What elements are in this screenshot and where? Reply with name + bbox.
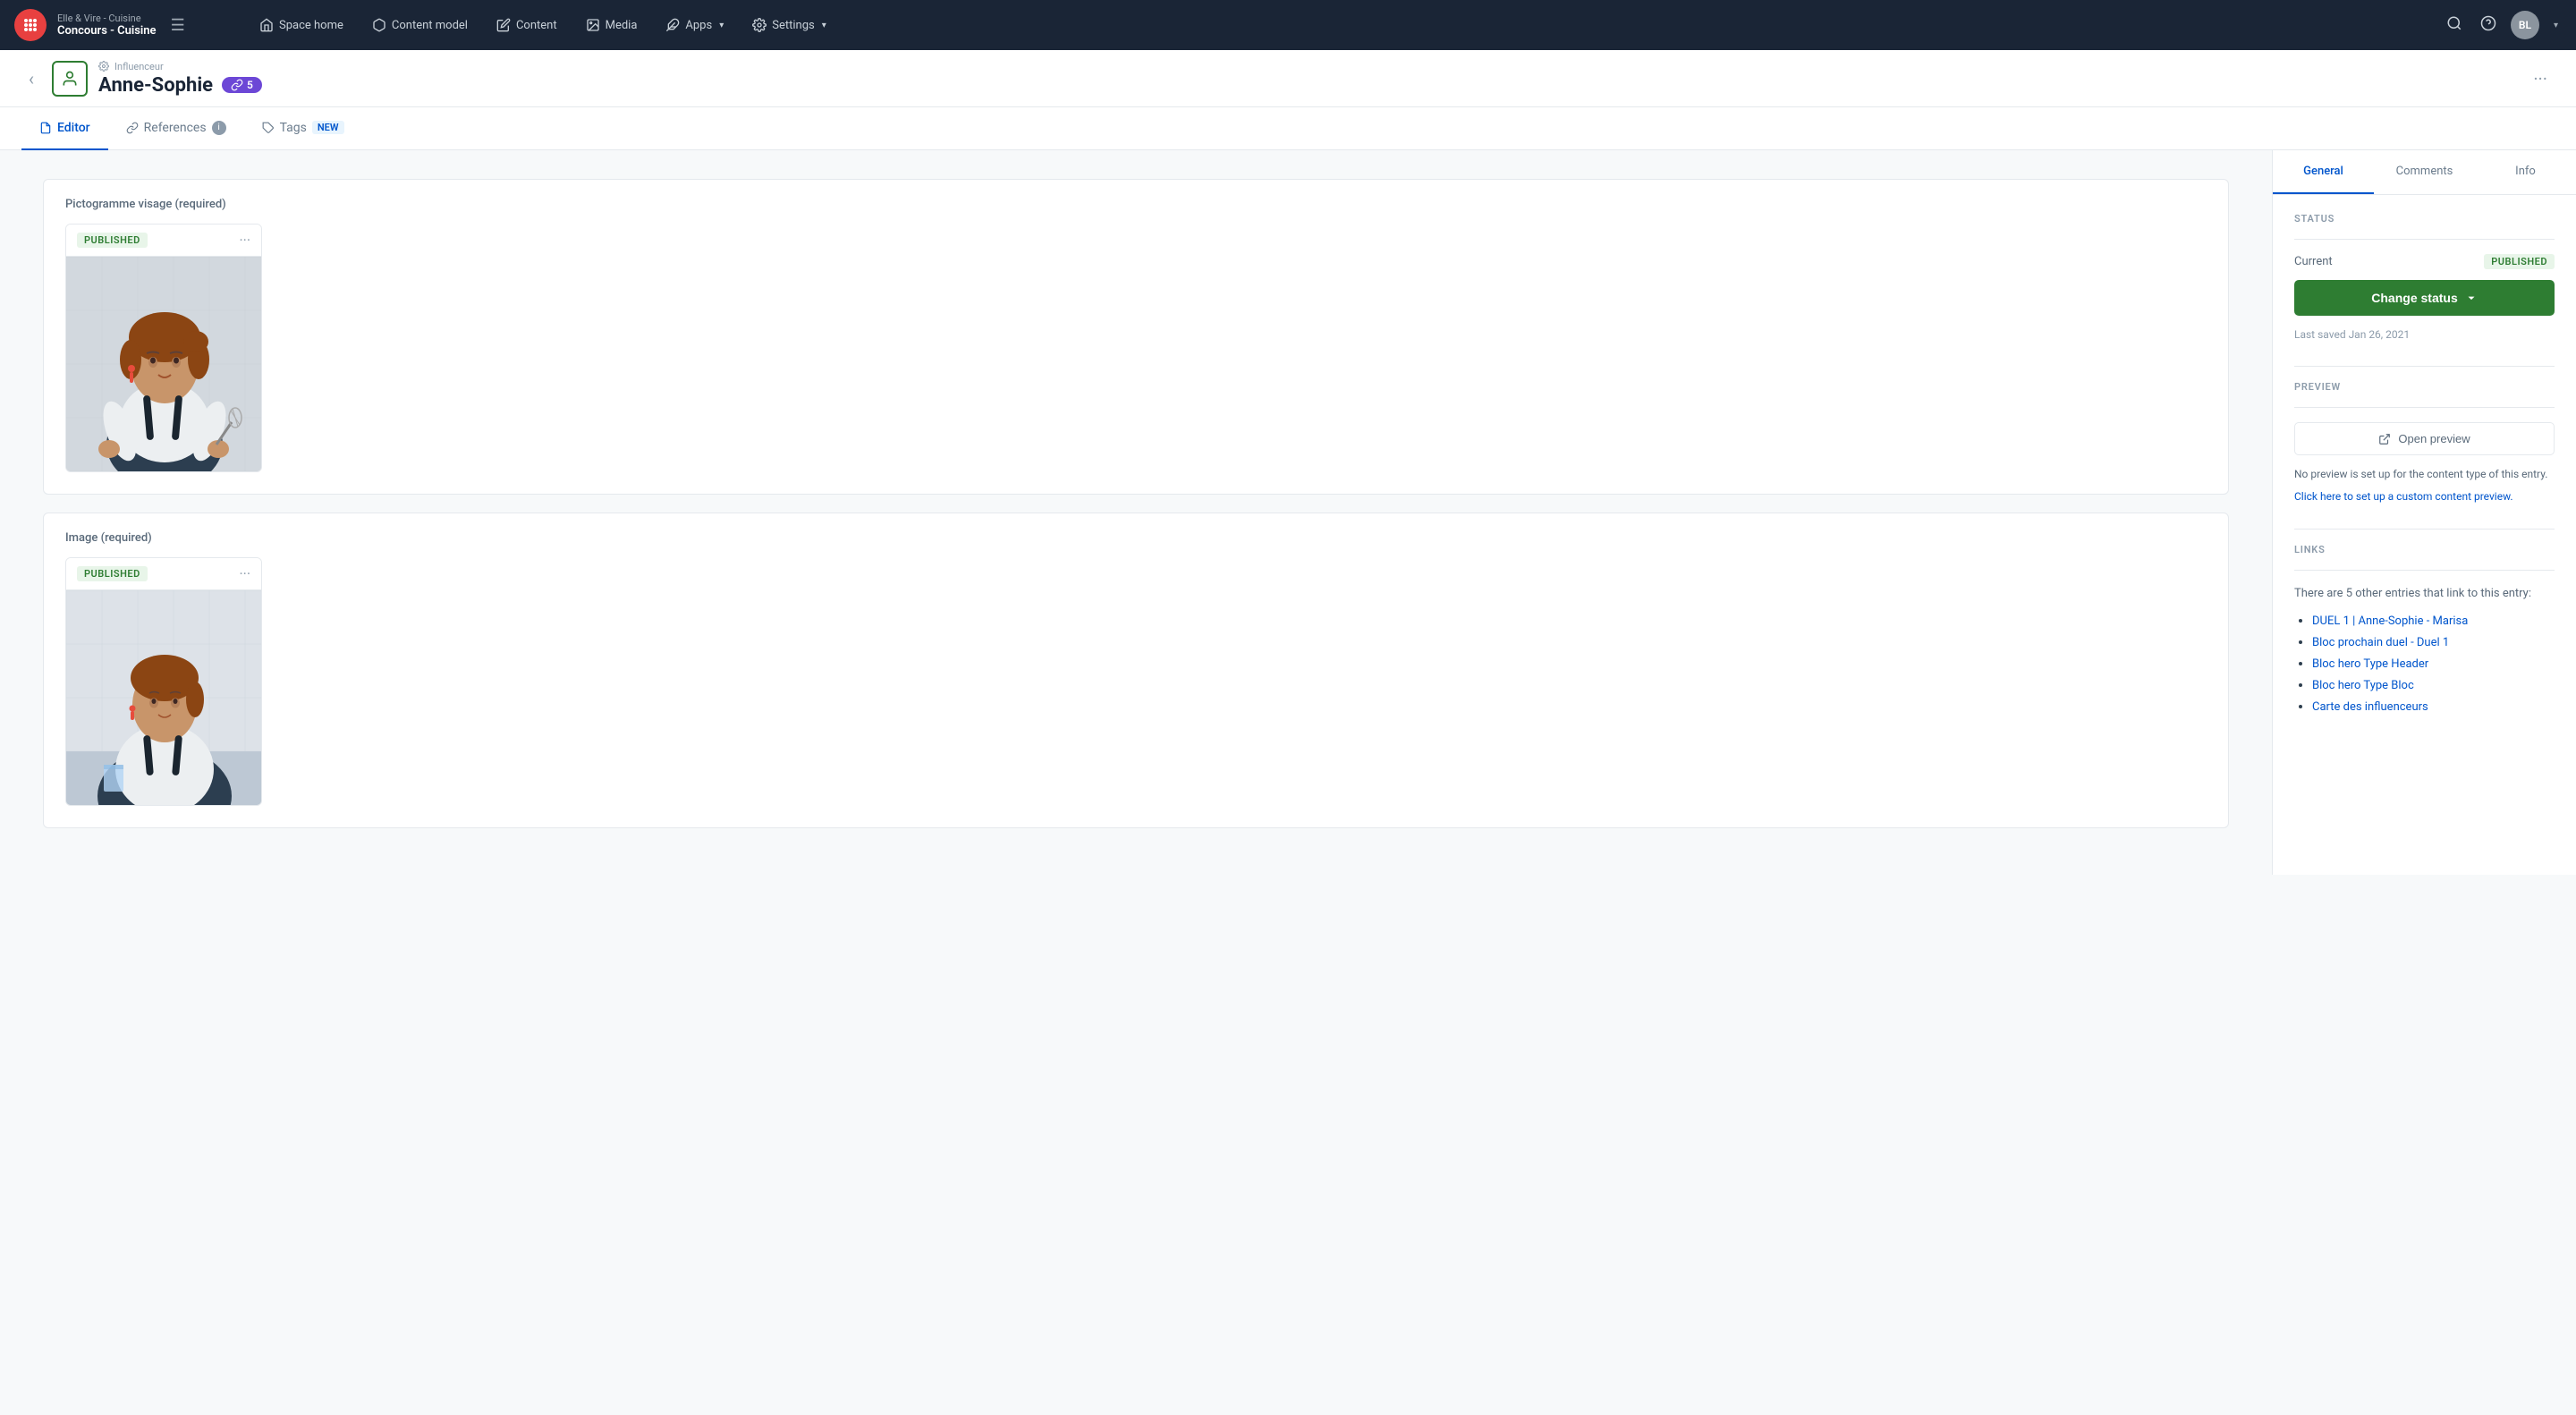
sidebar-tab-comments[interactable]: Comments (2374, 150, 2475, 194)
link-item-5[interactable]: Carte des influenceurs (2312, 700, 2428, 714)
sidebar-content: STATUS Current PUBLISHED Change status L… (2273, 195, 2576, 757)
list-item: Bloc hero Type Bloc (2312, 678, 2555, 692)
settings-arrow-icon: ▾ (822, 21, 826, 30)
nav-center: Space home Content model Content Media A… (247, 13, 2443, 38)
status-published-badge: PUBLISHED (2484, 254, 2555, 269)
change-status-button[interactable]: Change status (2294, 280, 2555, 316)
list-item: Carte des influenceurs (2312, 699, 2555, 714)
brand-subtitle: Elle & Vire - Cuisine (57, 13, 157, 24)
preview-section: PREVIEW Open preview No preview is set u… (2294, 381, 2555, 504)
nav-right: BL ▾ (2443, 11, 2562, 39)
links-note: There are 5 other entries that link to t… (2294, 585, 2555, 603)
references-info-icon[interactable]: i (212, 121, 226, 135)
brand-info: Elle & Vire - Cuisine Concours - Cuisine (57, 13, 157, 38)
nav-label-apps: Apps (685, 19, 712, 32)
preview-setup-link[interactable]: Click here to set up a custom content pr… (2294, 490, 2513, 503)
links-section-label: LINKS (2294, 544, 2555, 555)
help-icon[interactable] (2477, 12, 2500, 39)
nav-item-content-model[interactable]: Content model (360, 13, 480, 38)
links-section: LINKS There are 5 other entries that lin… (2294, 544, 2555, 714)
link-item-1[interactable]: DUEL 1 | Anne-Sophie - Marisa (2312, 614, 2468, 628)
apps-arrow-icon: ▾ (719, 21, 724, 30)
nav-label-media: Media (606, 19, 638, 32)
sidebar-tabs: General Comments Info (2273, 150, 2576, 195)
nav-label-space-home: Space home (279, 19, 343, 32)
status-section: STATUS Current PUBLISHED Change status L… (2294, 213, 2555, 341)
status-current-label: Current (2294, 255, 2333, 268)
link-item-3[interactable]: Bloc hero Type Header (2312, 657, 2428, 671)
list-item: DUEL 1 | Anne-Sophie - Marisa (2312, 614, 2555, 628)
asset-image-pictogramme (66, 257, 262, 471)
last-saved: Last saved Jan 26, 2021 (2294, 328, 2555, 341)
tabs-bar: Editor References i Tags NEW (0, 107, 2576, 150)
field-image: Image (required) PUBLISHED ··· (43, 513, 2229, 828)
asset-image-image (66, 590, 262, 805)
entry-icon (52, 61, 88, 97)
right-sidebar: General Comments Info STATUS Current PUB… (2272, 150, 2576, 875)
entry-content-type: Influenceur (98, 61, 2515, 72)
preview-links-divider (2294, 529, 2555, 530)
back-button[interactable]: ‹ (21, 64, 41, 93)
brand-title: Concours - Cuisine (57, 24, 157, 38)
link-item-4[interactable]: Bloc hero Type Bloc (2312, 679, 2414, 692)
search-icon[interactable] (2443, 12, 2466, 39)
avatar[interactable]: BL (2511, 11, 2539, 39)
nav-label-content-model: Content model (392, 19, 468, 32)
status-section-label: STATUS (2294, 213, 2555, 225)
nav-brand: Elle & Vire - Cuisine Concours - Cuisine… (14, 9, 247, 41)
hamburger-icon[interactable]: ☰ (171, 16, 185, 35)
top-nav: Elle & Vire - Cuisine Concours - Cuisine… (0, 0, 2576, 50)
preview-section-label: PREVIEW (2294, 381, 2555, 393)
field-label-pictogramme: Pictogramme visage (required) (65, 198, 2207, 211)
tags-new-badge: NEW (312, 121, 344, 134)
sidebar-tab-general[interactable]: General (2273, 150, 2374, 194)
asset-menu-button-pictogramme[interactable]: ··· (239, 232, 250, 249)
field-pictogramme: Pictogramme visage (required) PUBLISHED … (43, 179, 2229, 495)
nav-item-settings[interactable]: Settings ▾ (740, 13, 839, 38)
links-divider (2294, 570, 2555, 571)
nav-item-apps[interactable]: Apps ▾ (653, 13, 736, 38)
entry-header: ‹ Influenceur Anne-Sophie 5 ··· (0, 50, 2576, 107)
sidebar-tab-info[interactable]: Info (2475, 150, 2576, 194)
link-item-2[interactable]: Bloc prochain duel - Duel 1 (2312, 636, 2449, 649)
asset-published-badge-image: PUBLISHED (77, 566, 148, 581)
asset-card-header-pictogramme: PUBLISHED ··· (66, 225, 261, 257)
asset-card-pictogramme[interactable]: PUBLISHED ··· (65, 224, 262, 472)
content-type-label: Influenceur (114, 61, 164, 72)
entry-meta: Influenceur Anne-Sophie 5 (98, 61, 2515, 97)
status-row: Current PUBLISHED (2294, 254, 2555, 269)
editor-pane: Pictogramme visage (required) PUBLISHED … (0, 150, 2272, 875)
asset-card-image[interactable]: PUBLISHED ··· (65, 557, 262, 806)
nav-label-content: Content (516, 19, 557, 32)
tab-editor[interactable]: Editor (21, 107, 108, 150)
list-item: Bloc prochain duel - Duel 1 (2312, 635, 2555, 649)
nav-item-content[interactable]: Content (484, 13, 570, 38)
asset-card-header-image: PUBLISHED ··· (66, 558, 261, 590)
status-preview-divider (2294, 366, 2555, 367)
entry-title-row: Anne-Sophie 5 (98, 74, 2515, 97)
links-badge[interactable]: 5 (222, 77, 262, 93)
nav-label-settings: Settings (772, 19, 814, 32)
preview-divider (2294, 407, 2555, 408)
preview-note: No preview is set up for the content typ… (2294, 466, 2555, 482)
status-divider (2294, 239, 2555, 240)
tab-references[interactable]: References i (108, 107, 244, 150)
list-item: Bloc hero Type Header (2312, 657, 2555, 671)
account-arrow-icon[interactable]: ▾ (2550, 17, 2562, 34)
asset-menu-button-image[interactable]: ··· (239, 565, 250, 582)
open-preview-button[interactable]: Open preview (2294, 422, 2555, 455)
tab-tags[interactable]: Tags NEW (244, 107, 362, 150)
nav-item-space-home[interactable]: Space home (247, 13, 356, 38)
asset-published-badge-pictogramme: PUBLISHED (77, 233, 148, 248)
entry-title: Anne-Sophie (98, 74, 213, 97)
entry-more-button[interactable]: ··· (2526, 64, 2555, 93)
apps-grid-button[interactable] (14, 9, 47, 41)
content-area: Pictogramme visage (required) PUBLISHED … (0, 150, 2576, 875)
links-list: DUEL 1 | Anne-Sophie - Marisa Bloc proch… (2294, 614, 2555, 714)
nav-item-media[interactable]: Media (573, 13, 650, 38)
field-label-image: Image (required) (65, 531, 2207, 545)
